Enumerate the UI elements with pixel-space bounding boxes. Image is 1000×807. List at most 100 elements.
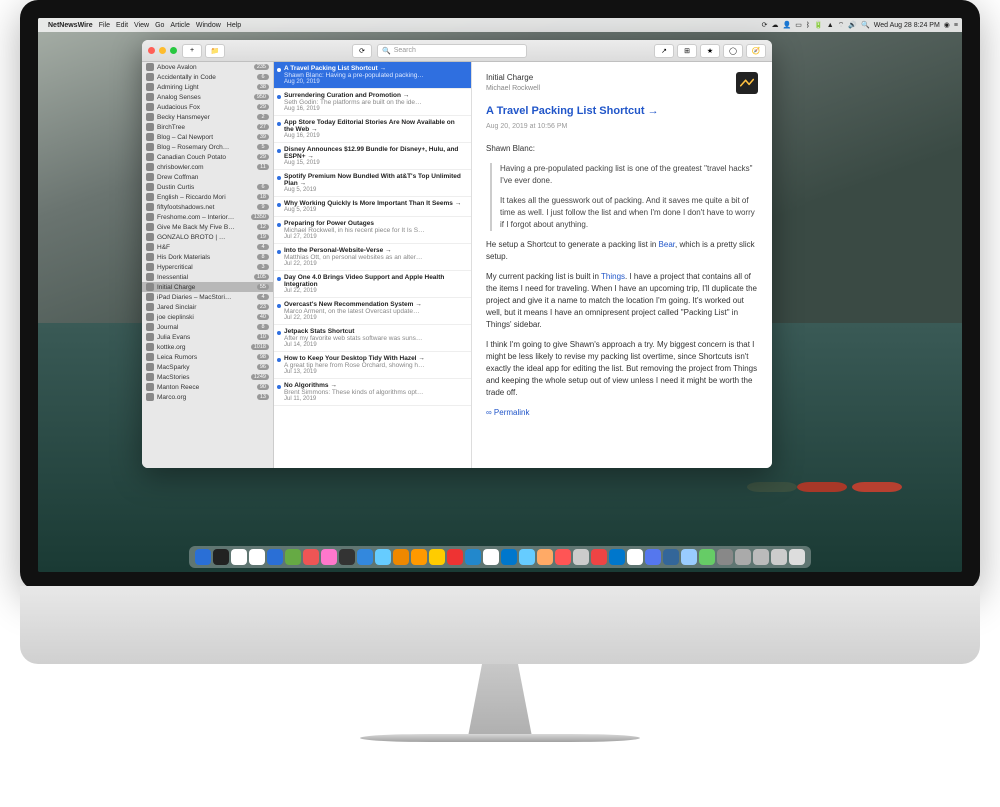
sidebar-feed-item[interactable]: Becky Hansmeyer2 (142, 112, 273, 122)
dock-app-icon[interactable] (339, 549, 355, 565)
sidebar-feed-item[interactable]: Give Me Back My Five B…12 (142, 222, 273, 232)
dock-app-icon[interactable] (663, 549, 679, 565)
timeline-item[interactable]: Overcast's New Recommendation System →Ma… (274, 298, 471, 325)
timeline-item[interactable]: Spotify Premium Now Bundled With at&T's … (274, 170, 471, 197)
app-name[interactable]: NetNewsWire (48, 22, 93, 29)
sidebar-feed-item[interactable]: Journal8 (142, 322, 273, 332)
sidebar-feed-item[interactable]: Manton Reece90 (142, 382, 273, 392)
dock-app-icon[interactable] (285, 549, 301, 565)
timeline-item[interactable]: A Travel Packing List Shortcut →Shawn Bl… (274, 62, 471, 89)
dock-app-icon[interactable] (699, 549, 715, 565)
dock-app-icon[interactable] (249, 549, 265, 565)
sidebar-feed-item[interactable]: Accidentally in Code6 (142, 72, 273, 82)
feed-sidebar[interactable]: Above Avalon235Accidentally in Code6Admi… (142, 62, 274, 468)
dock-app-icon[interactable] (447, 549, 463, 565)
volume-icon[interactable]: 🔊 (848, 21, 857, 29)
dock-app-icon[interactable] (195, 549, 211, 565)
sidebar-feed-item[interactable]: Analog Senses950 (142, 92, 273, 102)
menu-window[interactable]: Window (196, 22, 221, 29)
menu-file[interactable]: File (99, 22, 110, 29)
search-input[interactable]: 🔍 Search (377, 44, 527, 58)
sidebar-feed-item[interactable]: H&F4 (142, 242, 273, 252)
menu-view[interactable]: View (134, 22, 149, 29)
dock-app-icon[interactable] (303, 549, 319, 565)
status-icon[interactable]: ☁ (772, 21, 779, 29)
sidebar-feed-item[interactable]: Initial Charge55 (142, 282, 273, 292)
sidebar-feed-item[interactable]: Marco.org13 (142, 392, 273, 402)
menu-help[interactable]: Help (227, 22, 241, 29)
timeline-item[interactable]: Why Working Quickly Is More Important Th… (274, 197, 471, 217)
dock-app-icon[interactable] (393, 549, 409, 565)
dock-app-icon[interactable] (753, 549, 769, 565)
menu-article[interactable]: Article (170, 22, 189, 29)
permalink[interactable]: ∞ Permalink (486, 408, 530, 417)
siri-icon[interactable]: ◉ (944, 21, 950, 29)
sidebar-feed-item[interactable]: Admiring Light38 (142, 82, 273, 92)
dock-app-icon[interactable] (735, 549, 751, 565)
clock[interactable]: Wed Aug 28 8:24 PM (874, 22, 940, 29)
close-button[interactable] (148, 47, 155, 54)
sidebar-feed-item[interactable]: Inessential105 (142, 272, 273, 282)
dock-app-icon[interactable] (573, 549, 589, 565)
things-link[interactable]: Things (601, 272, 625, 281)
sidebar-feed-item[interactable]: Freshome.com – Interior…1350 (142, 212, 273, 222)
sidebar-feed-item[interactable]: Audacious Fox29 (142, 102, 273, 112)
dock-app-icon[interactable] (519, 549, 535, 565)
sidebar-feed-item[interactable]: chrisbowler.com11 (142, 162, 273, 172)
dock-app-icon[interactable] (681, 549, 697, 565)
star-button[interactable]: ★ (700, 44, 720, 58)
sidebar-feed-item[interactable]: His Dork Materials8 (142, 252, 273, 262)
dock-app-icon[interactable] (267, 549, 283, 565)
sidebar-feed-item[interactable]: Blog – Cal Newport39 (142, 132, 273, 142)
timeline-item[interactable]: Jetpack Stats ShortcutAfter my favorite … (274, 325, 471, 352)
timeline-item[interactable]: App Store Today Editorial Stories Are No… (274, 116, 471, 143)
status-icon[interactable]: ⟳ (762, 21, 768, 29)
sidebar-feed-item[interactable]: kottke.org1018 (142, 342, 273, 352)
dock-app-icon[interactable] (537, 549, 553, 565)
dock-app-icon[interactable] (789, 549, 805, 565)
dock-app-icon[interactable] (465, 549, 481, 565)
dock-app-icon[interactable] (609, 549, 625, 565)
timeline-item[interactable]: How to Keep Your Desktop Tidy With Hazel… (274, 352, 471, 379)
sidebar-feed-item[interactable]: Leica Rumors98 (142, 352, 273, 362)
wifi-icon[interactable]: ⌔ (838, 21, 845, 30)
refresh-button[interactable]: ⟳ (352, 44, 372, 58)
dock-app-icon[interactable] (717, 549, 733, 565)
timeline-item[interactable]: Disney Announces $12.99 Bundle for Disne… (274, 143, 471, 170)
sidebar-feed-item[interactable]: Jared Sinclair23 (142, 302, 273, 312)
dock-app-icon[interactable] (501, 549, 517, 565)
new-folder-button[interactable]: 📁 (205, 44, 225, 58)
notification-icon[interactable]: ≡ (954, 22, 958, 29)
timeline-item[interactable]: No Algorithms →Brent Simmons: These kind… (274, 379, 471, 406)
sidebar-feed-item[interactable]: Dustin Curtis6 (142, 182, 273, 192)
sidebar-feed-item[interactable]: MacSparky96 (142, 362, 273, 372)
sidebar-feed-item[interactable]: Drew Coffman (142, 172, 273, 182)
sidebar-feed-item[interactable]: Blog – Rosemary Orch…5 (142, 142, 273, 152)
dock-app-icon[interactable] (321, 549, 337, 565)
dock-app-icon[interactable] (357, 549, 373, 565)
open-browser-button[interactable]: 🧭 (746, 44, 766, 58)
dock-app-icon[interactable] (771, 549, 787, 565)
dock-app-icon[interactable] (231, 549, 247, 565)
sidebar-feed-item[interactable]: MacStories1249 (142, 372, 273, 382)
article-timeline[interactable]: A Travel Packing List Shortcut →Shawn Bl… (274, 62, 472, 468)
bluetooth-icon[interactable]: ᛒ (806, 22, 810, 29)
article-title[interactable]: A Travel Packing List Shortcut → (486, 103, 758, 120)
menu-edit[interactable]: Edit (116, 22, 128, 29)
dock-app-icon[interactable] (375, 549, 391, 565)
dock-app-icon[interactable] (591, 549, 607, 565)
airplay-icon[interactable]: ▲ (827, 22, 834, 29)
battery-icon[interactable]: 🔋 (814, 21, 823, 29)
dock-app-icon[interactable] (627, 549, 643, 565)
dock-app-icon[interactable] (213, 549, 229, 565)
minimize-button[interactable] (159, 47, 166, 54)
zoom-button[interactable] (170, 47, 177, 54)
sidebar-feed-item[interactable]: GONZALO BROTO | …19 (142, 232, 273, 242)
dock-app-icon[interactable] (555, 549, 571, 565)
sidebar-feed-item[interactable]: Hypercritical3 (142, 262, 273, 272)
article-pane[interactable]: Initial Charge Michael Rockwell A Travel… (472, 62, 772, 468)
sidebar-feed-item[interactable]: joe cieplinski40 (142, 312, 273, 322)
spotlight-icon[interactable]: 🔍 (861, 21, 870, 29)
sidebar-feed-item[interactable]: Canadian Couch Potato29 (142, 152, 273, 162)
timeline-item[interactable]: Preparing for Power OutagesMichael Rockw… (274, 217, 471, 244)
